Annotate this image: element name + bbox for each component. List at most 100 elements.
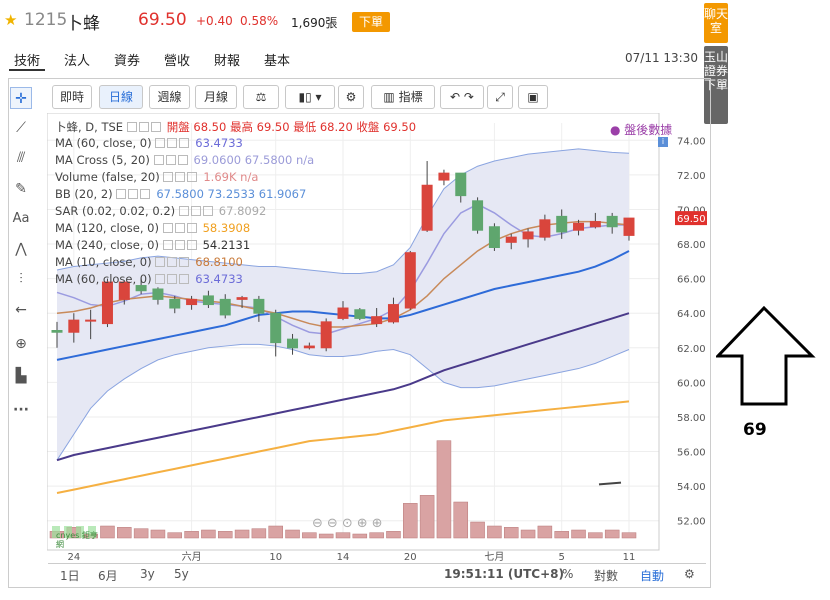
study-toggle-icon[interactable] [187,172,198,182]
zoom-in-icon[interactable]: ⊕ [357,516,372,531]
indicators-button[interactable]: ▥ 指標 [371,85,435,109]
volume-bar [369,532,384,539]
crosshair-icon[interactable]: ✛ [10,87,32,109]
compare-scale-icon[interactable]: ⚖ [243,85,279,109]
study-toggle-icon[interactable] [167,138,178,148]
study-legend-0[interactable]: 卜蜂, D, TSE 開盤 68.50 最高 69.50 最低 68.20 收盤… [55,119,416,135]
arrow-icon[interactable]: ← [10,299,32,321]
volume-bar [386,531,401,539]
study-legend-5[interactable]: SAR (0.02, 0.02, 0.2) 67.8092 [55,204,266,218]
study-toggle-icon[interactable] [186,240,197,250]
settings-gear-icon[interactable]: ⚙ [338,85,364,109]
scroll-right-icon[interactable]: ⊕ [372,516,387,531]
camera-icon[interactable]: ▣ [518,85,548,109]
study-toggle-icon[interactable] [179,257,190,267]
zoom-icon[interactable]: ⊕ [10,333,32,355]
study-toggle-icon[interactable] [155,138,166,148]
study-toggle-icon[interactable] [202,206,213,216]
tab-financials[interactable]: 財報 [214,50,240,69]
study-toggle-icon[interactable] [155,274,166,284]
study-legend-4[interactable]: BB (20, 2) 67.5800 73.2533 61.9067 [55,187,306,201]
interval-monthly-button[interactable]: 月線 [195,85,237,109]
study-label: MA (60, close, 0) [55,272,156,286]
study-toggle-icon[interactable] [162,223,173,233]
tab-revenue[interactable]: 營收 [164,50,190,69]
study-toggle-icon[interactable] [177,155,188,165]
brush-icon[interactable]: ✎ [10,178,32,200]
study-toggle-icon[interactable] [138,122,149,132]
info-icon[interactable]: i [658,137,668,147]
more-icon[interactable]: ··· [10,399,32,421]
range-5y[interactable]: 5y [174,567,189,581]
tab-basic[interactable]: 基本 [264,50,290,69]
order-button[interactable]: 下單 [352,12,390,32]
study-toggle-icon[interactable] [150,122,161,132]
study-toggle-icon[interactable] [179,138,190,148]
study-toggle-icon[interactable] [167,257,178,267]
study-toggle-icon[interactable] [174,240,185,250]
study-toggle-icon[interactable] [190,206,201,216]
study-legend-7[interactable]: MA (240, close, 0) 54.2131 [55,238,250,252]
study-legend-1[interactable]: MA (60, close, 0) 63.4733 [55,136,243,150]
candle-body [505,236,517,243]
zoom-out-icon[interactable]: ⊖ [312,516,327,531]
after-hours-label[interactable]: ● 盤後數據 [610,121,672,138]
percent-toggle[interactable]: % [562,567,573,581]
interval-weekly-button[interactable]: 週線 [149,85,190,109]
fib-icon[interactable]: ⫻ [10,147,32,169]
star-icon[interactable]: ★ [4,11,17,29]
reset-icon[interactable]: ⊙ [342,516,357,531]
text-icon[interactable]: Aa [10,208,32,230]
study-toggle-icon[interactable] [155,257,166,267]
interval-daily-button[interactable]: 日線 [99,85,143,109]
study-toggle-icon[interactable] [186,223,197,233]
study-toggle-icon[interactable] [116,189,127,199]
study-legend-2[interactable]: MA Cross (5, 20) 69.0600 67.5800 n/a [55,153,314,167]
candle-body [320,321,332,349]
pattern-icon[interactable]: ⋀ [10,238,32,260]
range-6m[interactable]: 6月 [98,567,118,584]
log-toggle[interactable]: 對數 [594,567,618,584]
study-legend-3[interactable]: Volume (false, 20) 1.69K n/a [55,170,258,184]
study-toggle-icon[interactable] [165,155,176,165]
measure-icon[interactable]: ⫶ [10,268,32,290]
range-3y[interactable]: 3y [140,567,155,581]
chart-type-icon[interactable]: ▮▯ ▾ [285,85,335,109]
candle-body [404,252,416,309]
candle-body [253,298,265,314]
study-toggle-icon[interactable] [140,189,151,199]
ruler-icon[interactable]: ▙ [10,365,32,387]
zoom-minus-icon[interactable]: ⊖ [327,516,342,531]
study-toggle-icon[interactable] [179,274,190,284]
study-toggle-icon[interactable] [163,172,174,182]
study-toggle-icon[interactable] [153,155,164,165]
candle-body [556,215,568,233]
study-legend-8[interactable]: MA (10, close, 0) 68.8100 [55,255,243,269]
line-icon[interactable]: ⟋ [10,117,32,139]
study-toggle-icon[interactable] [162,240,173,250]
study-legend-9[interactable]: MA (60, close, 0) 63.4733 [55,272,243,286]
study-toggle-icon[interactable] [167,274,178,284]
study-toggle-icon[interactable] [175,172,186,182]
chat-room-button[interactable]: 聊天室 [704,3,728,43]
study-toggle-icon[interactable] [128,189,139,199]
fullscreen-icon[interactable]: ⤢ [487,85,513,109]
study-legend-6[interactable]: MA (120, close, 0) 58.3908 [55,221,250,235]
auto-toggle[interactable]: 自動 [640,567,664,584]
tab-institutional[interactable]: 法人 [64,50,90,69]
bottom-settings-icon[interactable]: ⚙ [684,567,695,581]
study-toggle-icon[interactable] [178,206,189,216]
study-toggle-icon[interactable] [174,223,185,233]
undo-redo-icon[interactable]: ↶ ↷ [440,85,484,109]
study-label: MA (60, close, 0) [55,136,156,150]
tab-technical[interactable]: 技術 [14,50,40,69]
candle-body [488,226,500,248]
zoom-controls[interactable]: ⊖⊖⊙⊕⊕ [312,516,387,531]
study-toggle-icon[interactable] [126,122,137,132]
range-1d[interactable]: 1日 [60,567,80,584]
x-tick-label: 11 [623,552,636,563]
interval-intraday-button[interactable]: 即時 [52,85,92,109]
y-tick-label: 68.00 [677,240,706,251]
candle-body [303,345,315,349]
tab-margin[interactable]: 資券 [114,50,140,69]
